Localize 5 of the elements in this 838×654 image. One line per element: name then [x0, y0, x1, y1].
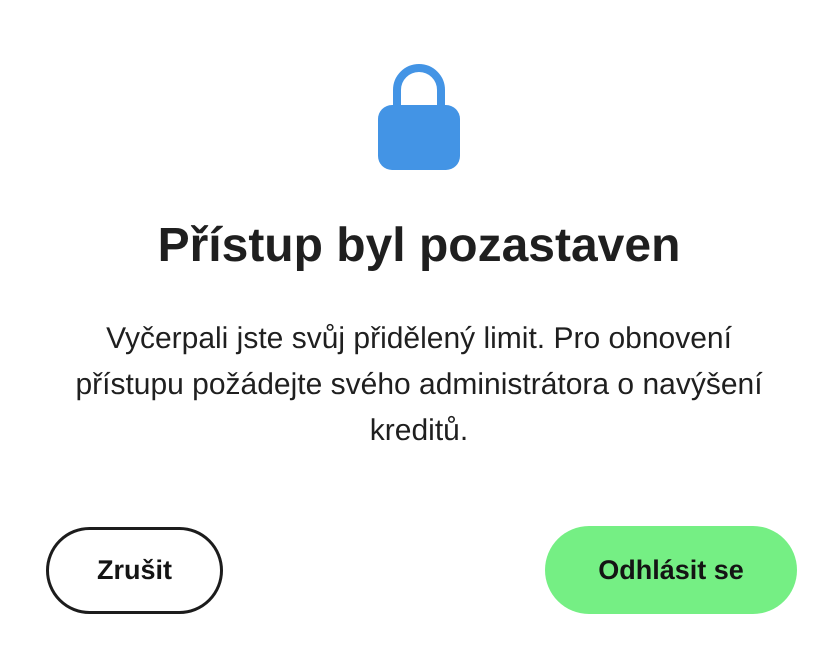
lock-icon	[378, 64, 460, 170]
dialog-title: Přístup byl pozastaven	[158, 220, 680, 272]
logout-button[interactable]: Odhlásit se	[545, 526, 797, 614]
dialog-message: Vyčerpali jste svůj přidělený limit. Pro obnovení přístupu požádejte svého administrátora o navýšení kreditů.	[74, 321, 764, 449]
cancel-button[interactable]: Zrušit	[46, 526, 223, 614]
